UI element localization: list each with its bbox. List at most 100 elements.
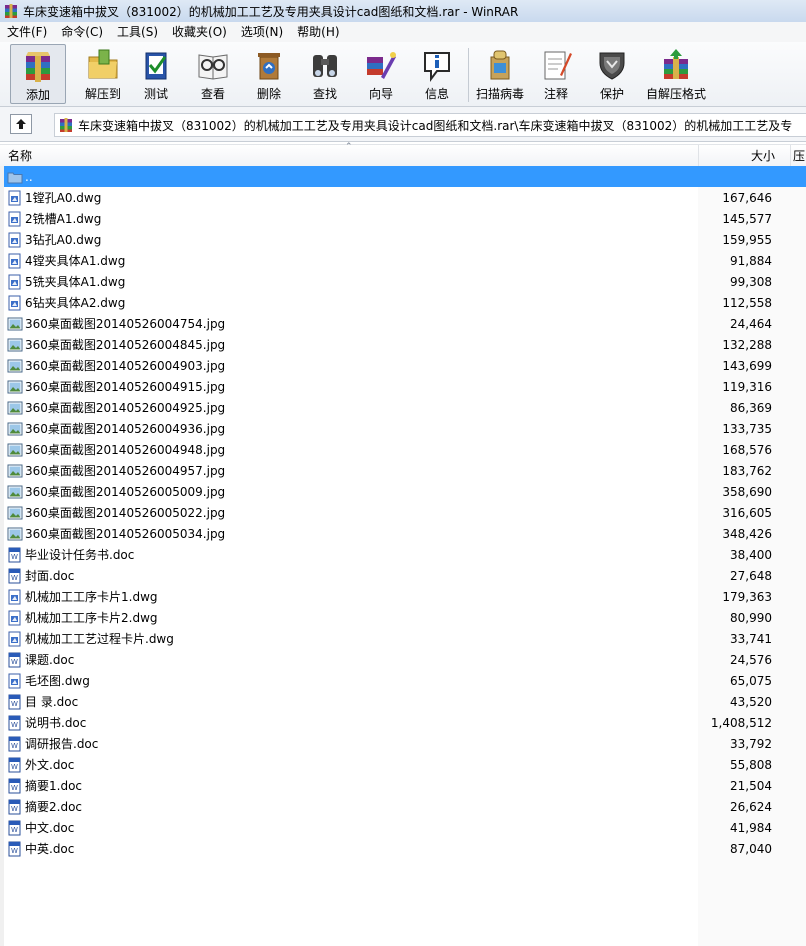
file-row[interactable]: 4镗夹具体A1.dwg 91,884 <box>4 250 806 271</box>
file-row[interactable]: W 摘要1.doc 21,504 <box>4 775 806 796</box>
extract-to-button[interactable]: 解压到 <box>75 44 131 104</box>
file-size: 21,504 <box>730 778 772 793</box>
up-folder-button[interactable] <box>10 114 32 134</box>
file-row[interactable]: W 摘要2.doc 26,624 <box>4 796 806 817</box>
word-doc-icon: W <box>7 547 23 563</box>
file-row[interactable]: 360桌面截图20140526004948.jpg 168,576 <box>4 439 806 460</box>
file-size: 348,426 <box>722 526 772 541</box>
word-doc-icon: W <box>7 694 23 710</box>
file-size: 33,792 <box>730 736 772 751</box>
file-name: 2铣槽A1.dwg <box>25 212 102 226</box>
svg-text:W: W <box>11 553 18 561</box>
file-row[interactable]: 360桌面截图20140526005022.jpg 316,605 <box>4 502 806 523</box>
svg-text:W: W <box>11 805 18 813</box>
delete-button[interactable]: 删除 <box>241 44 297 104</box>
file-row[interactable]: W 毕业设计任务书.doc 38,400 <box>4 544 806 565</box>
file-row[interactable]: 2铣槽A1.dwg 145,577 <box>4 208 806 229</box>
file-row[interactable]: 6钻夹具体A2.dwg 112,558 <box>4 292 806 313</box>
info-icon <box>424 52 450 82</box>
virus-scan-button[interactable]: 扫描病毒 <box>472 44 528 104</box>
parent-folder-row[interactable]: .. <box>4 166 806 187</box>
file-row[interactable]: 360桌面截图20140526005009.jpg 358,690 <box>4 481 806 502</box>
file-size: 316,605 <box>722 505 772 520</box>
file-name: 说明书.doc <box>25 716 87 730</box>
word-doc-icon: W <box>7 841 23 857</box>
file-row[interactable]: W 封面.doc 27,648 <box>4 565 806 586</box>
path-text: 车床变速箱中拔叉（831002）的机械加工工艺及专用夹具设计cad图纸和文档.r… <box>78 118 793 133</box>
file-row[interactable]: 机械加工工序卡片2.dwg 80,990 <box>4 607 806 628</box>
file-row[interactable]: W 中英.doc 87,040 <box>4 838 806 859</box>
wizard-button[interactable]: 向导 <box>353 44 409 104</box>
file-size: 145,577 <box>722 211 772 226</box>
dwg-file-icon <box>7 631 23 647</box>
jpg-image-icon <box>7 358 23 374</box>
find-button[interactable]: 查找 <box>297 44 353 104</box>
file-size: 179,363 <box>722 589 772 604</box>
column-packed[interactable]: 压缩 <box>790 145 806 185</box>
file-name: 摘要1.doc <box>25 779 83 793</box>
jpg-image-icon <box>7 484 23 500</box>
file-size: 24,576 <box>730 652 772 667</box>
sfx-button[interactable]: 自解压格式 <box>640 44 712 104</box>
file-row[interactable]: W 外文.doc 55,808 <box>4 754 806 775</box>
jpg-image-icon <box>7 337 23 353</box>
file-row[interactable]: 5铣夹具体A1.dwg 99,308 <box>4 271 806 292</box>
comment-button[interactable]: 注释 <box>528 44 584 104</box>
word-doc-icon: W <box>7 820 23 836</box>
file-row[interactable]: W 目 录.doc 43,520 <box>4 691 806 712</box>
file-size: 99,308 <box>730 274 772 289</box>
menu-tools[interactable]: 工具(S) <box>110 22 165 42</box>
menu-options[interactable]: 选项(N) <box>234 22 290 42</box>
file-row[interactable]: 360桌面截图20140526004925.jpg 86,369 <box>4 397 806 418</box>
dwg-file-icon <box>7 211 23 227</box>
file-size: 41,984 <box>730 820 772 835</box>
toolbar-separator <box>468 48 469 102</box>
extract-to-button-label: 解压到 <box>84 87 121 101</box>
add-button[interactable]: 添加 <box>10 44 66 104</box>
file-name: 360桌面截图20140526005009.jpg <box>25 485 226 499</box>
word-doc-icon: W <box>7 715 23 731</box>
file-row[interactable]: 毛坯图.dwg 65,075 <box>4 670 806 691</box>
file-row[interactable]: 360桌面截图20140526004754.jpg 24,464 <box>4 313 806 334</box>
find-button-label: 查找 <box>312 87 337 101</box>
file-row[interactable]: W 中文.doc 41,984 <box>4 817 806 838</box>
svg-text:W: W <box>11 826 18 834</box>
protect-button[interactable]: 保护 <box>584 44 640 104</box>
file-size: 24,464 <box>730 316 772 331</box>
file-row[interactable]: 360桌面截图20140526004957.jpg 183,762 <box>4 460 806 481</box>
file-row[interactable]: 360桌面截图20140526005034.jpg 348,426 <box>4 523 806 544</box>
menu-commands[interactable]: 命令(C) <box>54 22 110 42</box>
jpg-image-icon <box>7 505 23 521</box>
file-row[interactable]: 3钻孔A0.dwg 159,955 <box>4 229 806 250</box>
menu-help[interactable]: 帮助(H) <box>290 22 346 42</box>
file-row[interactable]: 360桌面截图20140526004915.jpg 119,316 <box>4 376 806 397</box>
menu-favorites[interactable]: 收藏夹(O) <box>165 22 234 42</box>
file-row[interactable]: 机械加工工艺过程卡片.dwg 33,741 <box>4 628 806 649</box>
file-name: 6钻夹具体A2.dwg <box>25 296 126 310</box>
file-row[interactable]: W 调研报告.doc 33,792 <box>4 733 806 754</box>
file-name: 360桌面截图20140526004915.jpg <box>25 380 226 394</box>
file-row[interactable]: W 说明书.doc 1,408,512 <box>4 712 806 733</box>
file-row[interactable]: W 课题.doc 24,576 <box>4 649 806 670</box>
jpg-image-icon <box>7 526 23 542</box>
toolbar: 添加 解压到 测试 查看 删除 查找 向导 信息 扫描病毒 注释 保护 自解压格… <box>0 42 806 107</box>
jpg-image-icon <box>7 463 23 479</box>
test-button[interactable]: 测试 <box>131 44 181 104</box>
file-row[interactable]: 360桌面截图20140526004903.jpg 143,699 <box>4 355 806 376</box>
jpg-image-icon <box>7 442 23 458</box>
file-row[interactable]: 360桌面截图20140526004936.jpg 133,735 <box>4 418 806 439</box>
dwg-file-icon <box>7 253 23 269</box>
file-list[interactable]: .. 1镗孔A0.dwg 167,646 2铣槽A1.dwg 145,577 3钻孔A0.… <box>0 166 806 946</box>
column-size[interactable]: 大小 <box>698 145 775 167</box>
path-field[interactable]: 车床变速箱中拔叉（831002）的机械加工工艺及专用夹具设计cad图纸和文档.r… <box>54 113 806 137</box>
file-row[interactable]: 机械加工工序卡片1.dwg 179,363 <box>4 586 806 607</box>
svg-text:W: W <box>11 763 18 771</box>
view-button[interactable]: 查看 <box>185 44 241 104</box>
file-row[interactable]: 1镗孔A0.dwg 167,646 <box>4 187 806 208</box>
up-arrow-icon <box>16 119 26 129</box>
file-row[interactable]: 360桌面截图20140526004845.jpg 132,288 <box>4 334 806 355</box>
file-size: 27,648 <box>730 568 772 583</box>
column-name[interactable]: 名称 <box>8 145 32 167</box>
menu-file[interactable]: 文件(F) <box>0 22 54 42</box>
info-button[interactable]: 信息 <box>409 44 465 104</box>
